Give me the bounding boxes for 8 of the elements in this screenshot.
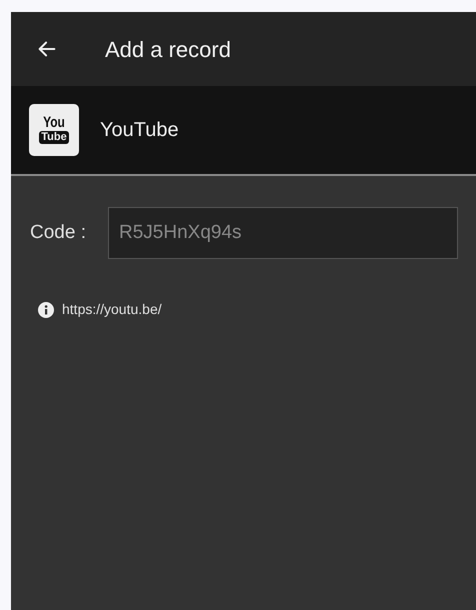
info-url-text: https://youtu.be/ xyxy=(62,300,162,319)
service-name: YouTube xyxy=(100,118,179,143)
logo-top-text: You xyxy=(43,114,65,130)
info-icon xyxy=(38,302,54,318)
screen-title: Add a record xyxy=(105,36,231,64)
code-input-field[interactable]: R5J5HnXq94s xyxy=(108,207,458,259)
code-label: Code : xyxy=(30,220,87,245)
logo-bottom-text: Tube xyxy=(39,131,69,144)
